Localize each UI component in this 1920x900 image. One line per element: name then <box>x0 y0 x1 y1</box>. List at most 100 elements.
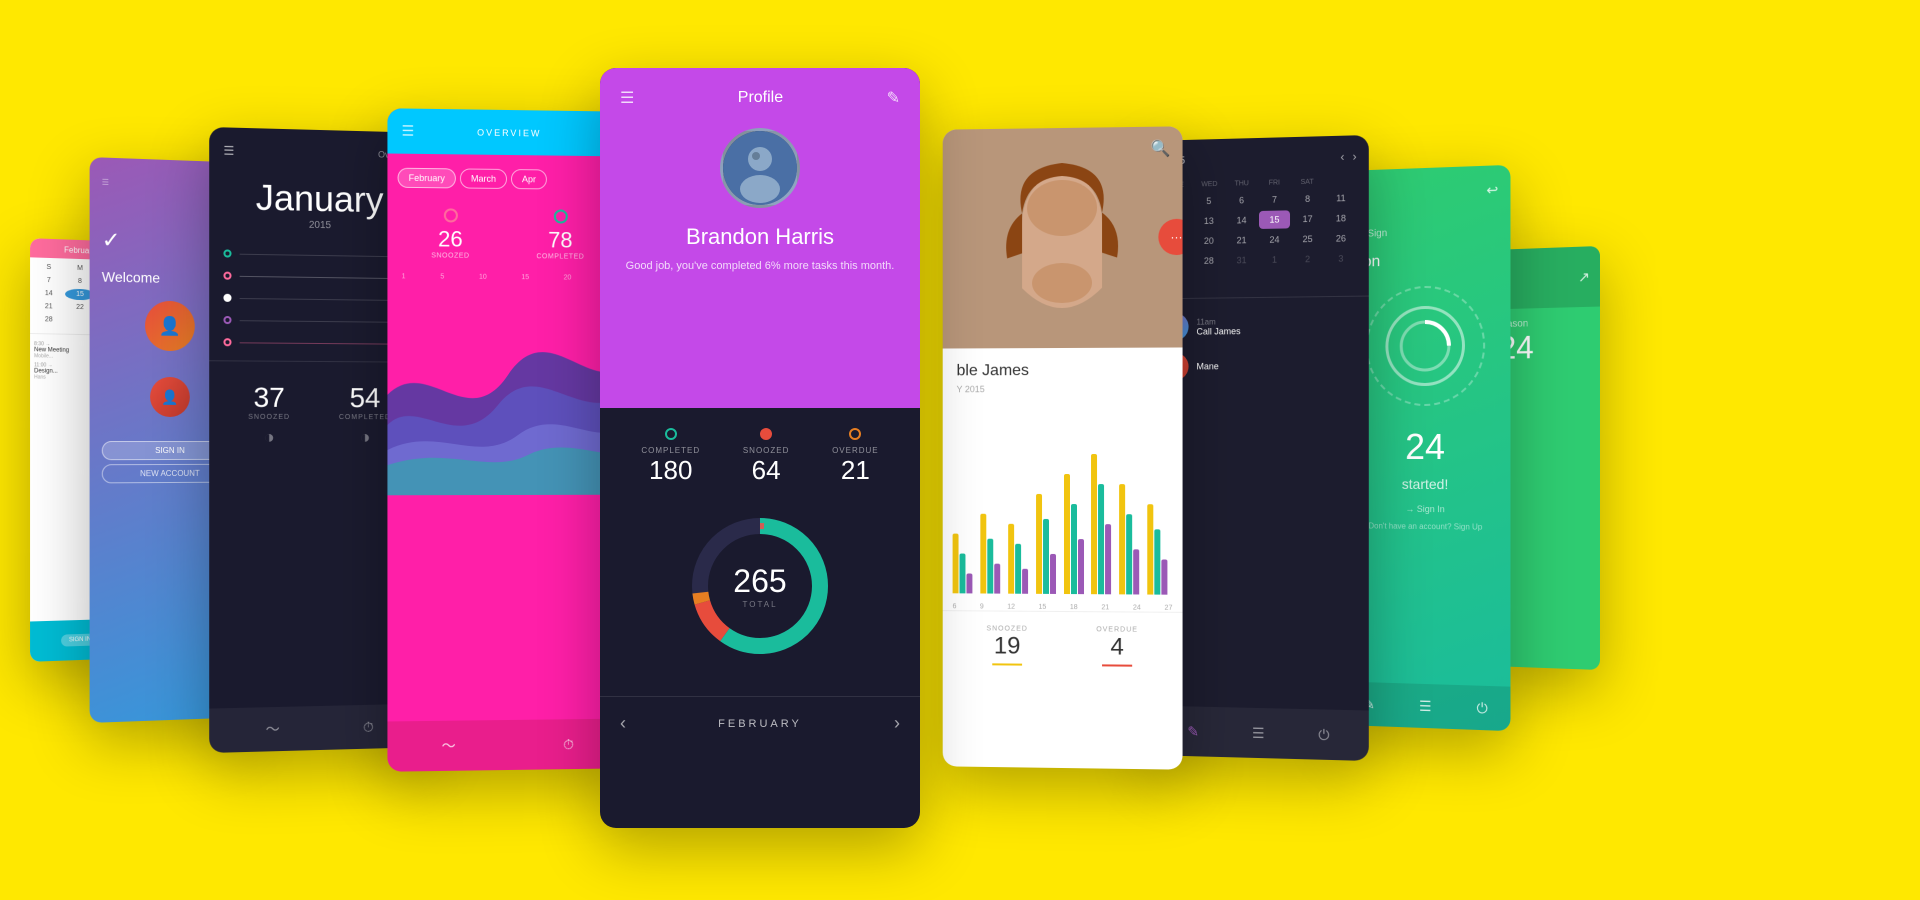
s3-wave-icon[interactable]: 〜 <box>266 719 280 739</box>
s5-next-arrow[interactable]: › <box>894 713 900 734</box>
s8-power-icon[interactable]: ⏻ <box>1477 699 1488 717</box>
s6-bar-p1 <box>966 573 972 593</box>
s7-cell-14[interactable]: 14 <box>1226 211 1257 230</box>
s6-bg-5 <box>1063 474 1088 594</box>
s7-cell-18[interactable]: 18 <box>1325 209 1356 228</box>
s5-snoozed-label: SNOOZED <box>743 446 790 455</box>
s1-day-21: 21 <box>34 301 63 313</box>
s4-scale-10: 10 <box>479 274 487 281</box>
s6-lbl-24: 24 <box>1133 604 1141 611</box>
s3-dot-pink <box>223 272 231 280</box>
s5-profile-top: ☰ Profile ✎ Brandon Harris Good job, you… <box>600 68 920 408</box>
s4-tab-apr[interactable]: Apr <box>511 169 547 189</box>
s9-corner-icon[interactable]: ↗ <box>1578 268 1590 285</box>
s5-completed-value: 180 <box>641 455 700 486</box>
s7-cell-21[interactable]: 21 <box>1226 231 1257 250</box>
s7-cell-5[interactable]: 5 <box>1194 192 1225 211</box>
s6-year-label: Y 2015 <box>943 384 1183 405</box>
s3-month-title: January <box>223 176 415 222</box>
s4-completed-num: 78 <box>536 227 584 253</box>
s6-snoozed-bar <box>992 663 1022 665</box>
s3-clock-icon[interactable]: ⏱ <box>363 718 374 735</box>
s7-edit-icon[interactable]: ✎ <box>1187 723 1199 740</box>
screen-5-profile: ☰ Profile ✎ Brandon Harris Good job, you… <box>600 68 920 828</box>
s7-prev-btn[interactable]: ‹ <box>1340 150 1344 164</box>
s6-bar-t8 <box>1154 529 1160 594</box>
s7-event-1: 👤 11am Call James <box>1161 311 1357 341</box>
s4-clock-icon[interactable]: ⏱ <box>563 736 574 753</box>
s7-cell-31[interactable]: 31 <box>1226 251 1257 269</box>
s5-user-name: Brandon Harris <box>686 224 834 250</box>
screen-4-overview: ☰ OVERVIEW ⋯ February March Apr 26 Snooz… <box>387 108 627 771</box>
s7-cell-3[interactable]: 3 <box>1325 249 1356 268</box>
s7-cell-1[interactable]: 1 <box>1259 250 1290 269</box>
s6-bg-6 <box>1091 454 1116 594</box>
s7-cell-24[interactable]: 24 <box>1259 230 1290 249</box>
s7-event-2: 👤 Mane <box>1161 351 1357 380</box>
s2-hamburger[interactable]: ☰ <box>102 178 109 187</box>
s5-menu-icon[interactable]: ☰ <box>620 88 634 108</box>
s4-scale-5: 5 <box>440 274 444 281</box>
s6-bar-y8 <box>1147 504 1153 594</box>
s9-big-num: 24 <box>1499 328 1592 367</box>
s8-back-icon[interactable]: ↩ <box>1486 181 1498 199</box>
s6-overdue-bar <box>1102 664 1132 666</box>
s6-bg-8 <box>1147 504 1172 594</box>
s7-cell-11[interactable]: 11 <box>1325 189 1356 208</box>
s4-tab-february[interactable]: February <box>398 168 456 189</box>
s3-snoozed-num: 37 <box>248 382 290 414</box>
s7-cell-2[interactable]: 2 <box>1292 250 1323 269</box>
s3-dot-teal <box>223 249 231 257</box>
s4-completed-lbl: Completed <box>536 253 584 260</box>
s7-event2-text: Mane <box>1196 360 1356 371</box>
s6-bar-p7 <box>1133 549 1139 594</box>
s5-edit-icon[interactable]: ✎ <box>887 88 900 108</box>
s5-total-label: TOTAL <box>733 600 786 609</box>
s7-next-btn[interactable]: › <box>1353 149 1357 163</box>
s4-scale-15: 15 <box>521 274 529 281</box>
s7-cell-15-today[interactable]: 15 <box>1259 210 1290 229</box>
s7-cell-8[interactable]: 8 <box>1292 190 1323 209</box>
s7-power-icon[interactable]: ⏻ <box>1318 726 1329 743</box>
s8-list-icon[interactable]: ☰ <box>1419 697 1431 714</box>
s5-profile-bottom: COMPLETED 180 SNOOZED 64 OVERDUE 21 <box>600 408 920 696</box>
s5-prev-arrow[interactable]: ‹ <box>620 713 626 734</box>
s1-day-7: 7 <box>34 275 63 287</box>
s7-cell-17[interactable]: 17 <box>1292 210 1323 229</box>
s6-bar-y1 <box>953 534 959 594</box>
s3-line-3 <box>240 298 400 301</box>
s6-bar-y7 <box>1119 484 1125 594</box>
s5-user-description: Good job, you've completed 6% more tasks… <box>626 258 895 275</box>
s8-circle-visual <box>1366 285 1485 407</box>
s7-cell-25[interactable]: 25 <box>1292 230 1323 249</box>
s3-completed-num: 54 <box>339 382 391 414</box>
s7-cell-26[interactable]: 26 <box>1325 229 1356 248</box>
s7-cell-7[interactable]: 7 <box>1259 190 1290 209</box>
s7-cell-13[interactable]: 13 <box>1194 212 1225 231</box>
s4-scale: 1 5 10 15 20 25 <box>387 269 627 286</box>
s7-cell-28[interactable]: 28 <box>1194 252 1225 270</box>
s4-scale-1: 1 <box>402 273 406 280</box>
s4-wave-icon[interactable]: 〜 <box>442 736 456 756</box>
s4-tabs: February March Apr <box>387 154 627 201</box>
s3-completed-stat: 54 COMPLETED ◑ <box>339 382 391 448</box>
s3-row-2 <box>223 272 415 283</box>
s4-hamburger-icon[interactable]: ☰ <box>402 123 415 140</box>
s3-completed-icon: ◑ <box>339 427 391 448</box>
s5-month-nav: ‹ FEBRUARY › <box>600 696 920 750</box>
s6-lbl-18: 18 <box>1070 604 1078 611</box>
s7-dow-fri: FRI <box>1258 179 1291 187</box>
s3-snoozed-icon: ◑ <box>248 427 290 448</box>
s3-dot-purple <box>223 316 231 324</box>
s4-tab-march[interactable]: March <box>460 168 507 189</box>
s6-bar-chart <box>943 404 1183 605</box>
s8-ring-svg <box>1395 315 1455 376</box>
s3-hamburger-icon[interactable]: ☰ <box>223 144 234 158</box>
s6-search-icon[interactable]: 🔍 <box>1150 139 1170 159</box>
s7-list-icon[interactable]: ☰ <box>1252 724 1265 741</box>
s6-bg-7 <box>1119 484 1144 594</box>
s7-dow-wed: WED <box>1193 181 1225 189</box>
s7-cell-20[interactable]: 20 <box>1194 232 1225 250</box>
s6-bar-t1 <box>960 554 966 594</box>
s7-cell-6[interactable]: 6 <box>1226 191 1257 210</box>
